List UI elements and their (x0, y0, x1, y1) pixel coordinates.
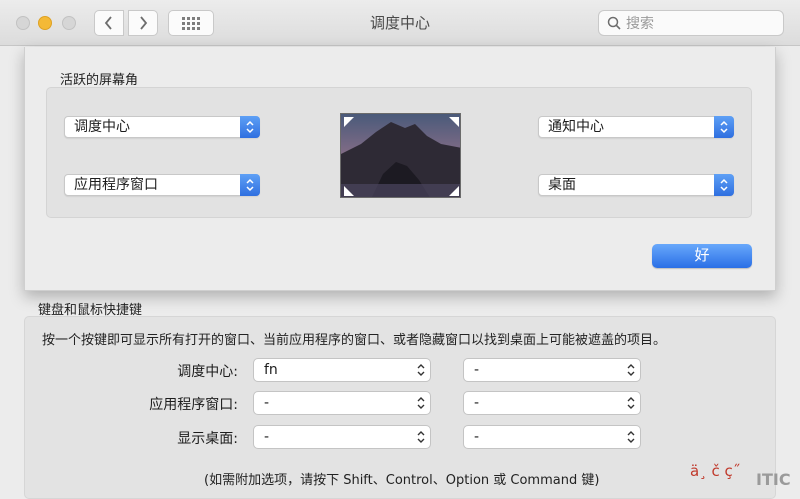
modifier-keys-note: (如需附加选项，请按下 Shift、Control、Option 或 Comma… (204, 473, 600, 488)
top-right-corner-popup[interactable]: 通知中心 (538, 116, 734, 138)
mission-control-keyboard-select[interactable]: fn (253, 358, 431, 382)
updown-chevron-icon (417, 431, 425, 443)
grid-icon (182, 16, 200, 30)
close-button[interactable] (16, 16, 30, 30)
search-placeholder: 搜索 (626, 16, 654, 32)
mission-control-mouse-select[interactable]: - (463, 358, 641, 382)
top-left-corner-popup[interactable]: 调度中心 (64, 116, 260, 138)
title-bar: 调度中心 搜索 (0, 0, 800, 46)
row-label-app-windows: 应用程序窗口: (149, 397, 238, 413)
updown-chevron-icon (246, 178, 254, 192)
app-windows-mouse-select[interactable]: - (463, 391, 641, 415)
window-title: 调度中心 (369, 14, 430, 32)
updown-chevron-icon (720, 120, 728, 134)
desktop-preview-image (340, 113, 461, 198)
app-windows-keyboard-select[interactable]: - (253, 391, 431, 415)
updown-chevron-icon (627, 431, 635, 443)
show-desktop-keyboard-select[interactable]: - (253, 425, 431, 449)
site-logo-watermark: ITIC (756, 470, 791, 489)
updown-chevron-icon (246, 120, 254, 134)
minimize-button[interactable] (38, 16, 52, 30)
updown-chevron-icon (720, 178, 728, 192)
updown-chevron-icon (417, 397, 425, 409)
bottom-left-corner-popup[interactable]: 应用程序窗口 (64, 174, 260, 196)
chevron-left-icon (104, 16, 112, 30)
updown-chevron-icon (627, 364, 635, 376)
row-label-mission-control: 调度中心: (177, 364, 238, 380)
forward-button[interactable] (128, 10, 158, 36)
show-all-button[interactable] (168, 10, 214, 36)
chevron-right-icon (140, 16, 148, 30)
search-field[interactable]: 搜索 (598, 10, 784, 36)
bottom-right-corner-popup[interactable]: 桌面 (538, 174, 734, 196)
updown-chevron-icon (627, 397, 635, 409)
show-desktop-mouse-select[interactable]: - (463, 425, 641, 449)
hot-corners-title: 活跃的屏幕角 (60, 73, 139, 88)
zoom-button[interactable] (62, 16, 76, 30)
row-label-show-desktop: 显示桌面: (177, 431, 238, 447)
garbled-text-watermark: ä¸ č ç˝ (690, 462, 741, 480)
search-icon (607, 16, 621, 30)
shortcuts-description: 按一个按键即可显示所有打开的窗口、当前应用程序的窗口、或者隐藏窗口以找到桌面上可… (42, 333, 667, 348)
ok-button[interactable]: 好 (652, 244, 752, 268)
updown-chevron-icon (417, 364, 425, 376)
back-button[interactable] (94, 10, 124, 36)
